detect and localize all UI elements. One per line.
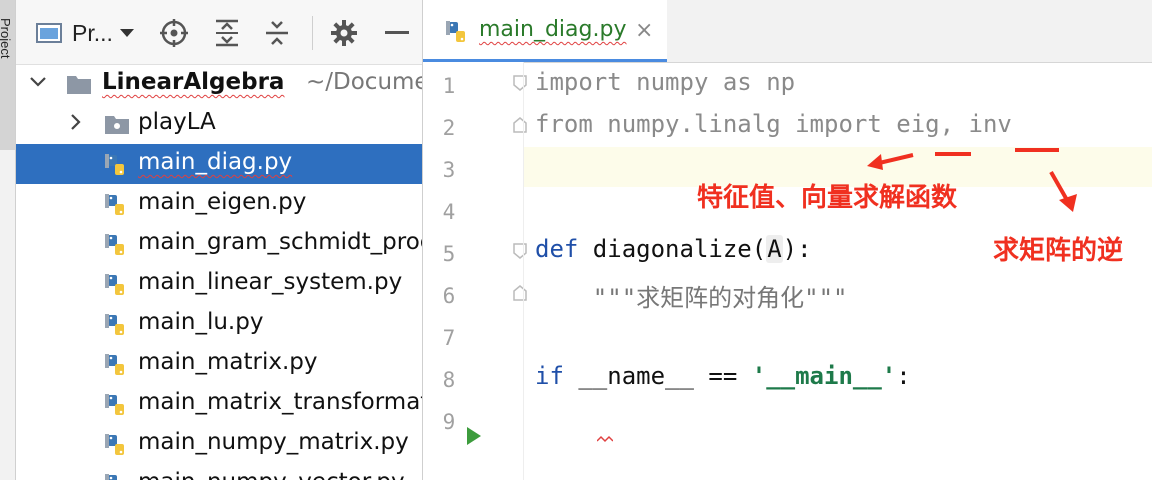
python-file-icon	[104, 153, 130, 177]
tree-item-label: main_lu.py	[138, 309, 264, 335]
python-file-icon	[104, 273, 130, 297]
gear-icon[interactable]	[328, 18, 360, 48]
tree-item-file[interactable]: main_numpy_matrix.py	[16, 424, 422, 464]
inv-annotation: 求矩阵的逆	[993, 236, 1124, 266]
python-file-icon	[104, 193, 130, 217]
arrow-to-eig	[867, 153, 914, 170]
tree-item-file[interactable]: main_matrix.py	[16, 344, 422, 384]
package-folder-icon	[104, 113, 130, 137]
tree-item-file[interactable]: main_linear_system.py	[16, 264, 422, 304]
tree-item-file[interactable]: main_lu.py	[16, 304, 422, 344]
project-toolbar: Pr...	[16, 0, 422, 65]
tree-root-path: ~/Documents	[306, 69, 422, 95]
python-file-icon	[104, 233, 130, 257]
tree-item-file[interactable]: main_numpy_vector.py	[16, 464, 422, 480]
arrow-to-inv-note	[1049, 171, 1077, 212]
panel-view-icon[interactable]	[34, 18, 64, 48]
python-file-icon	[104, 433, 130, 457]
collapse-all-icon[interactable]	[262, 18, 292, 48]
python-file-icon	[104, 473, 130, 480]
project-panel: Pr... LinearAlgebra ~/Documents	[16, 0, 423, 480]
locate-target-icon[interactable]	[158, 18, 190, 48]
folder-icon	[66, 73, 92, 97]
tree-item-label: main_numpy_matrix.py	[138, 429, 409, 455]
tree-item-file[interactable]: main_gram_schmidt_process.py	[16, 224, 422, 264]
tree-item-label: main_linear_system.py	[138, 269, 403, 295]
python-file-icon	[104, 353, 130, 377]
chevron-down-icon[interactable]	[118, 18, 136, 48]
tree-item-label: main_diag.py	[138, 149, 293, 175]
toolbar-divider	[312, 16, 313, 50]
tree-item-label: main_matrix_transformation.py	[138, 389, 422, 415]
tree-root-label: LinearAlgebra	[102, 69, 285, 95]
chevron-down-icon[interactable]	[28, 72, 48, 94]
python-file-icon	[104, 313, 130, 337]
tree-item-label: main_eigen.py	[138, 189, 307, 215]
tree-item-label: main_matrix.py	[138, 349, 318, 375]
tree-item-playla[interactable]: playLA	[16, 104, 422, 144]
project-tool-button[interactable]: Project	[0, 0, 15, 150]
tree-item-label: main_gram_schmidt_process.py	[138, 229, 422, 255]
tree-root-linearalgebra[interactable]: LinearAlgebra ~/Documents	[16, 64, 422, 104]
tool-window-stripe: Project	[0, 0, 16, 480]
tree-item-file[interactable]: main_eigen.py	[16, 184, 422, 224]
tree-item-label: main_numpy_vector.py	[138, 469, 405, 480]
tree-item-label: playLA	[138, 109, 216, 135]
chevron-right-icon[interactable]	[66, 112, 86, 134]
project-view-title[interactable]: Pr...	[72, 18, 113, 48]
tree-item-file[interactable]: main_matrix_transformation.py	[16, 384, 422, 424]
minimize-icon[interactable]	[382, 18, 412, 48]
expand-all-icon[interactable]	[212, 18, 242, 48]
eig-annotation: 特征值、向量求解函数	[697, 183, 958, 213]
project-tool-label: Project	[0, 18, 13, 59]
tree-item-file[interactable]: main_diag.py	[16, 144, 422, 184]
python-file-icon	[104, 393, 130, 417]
